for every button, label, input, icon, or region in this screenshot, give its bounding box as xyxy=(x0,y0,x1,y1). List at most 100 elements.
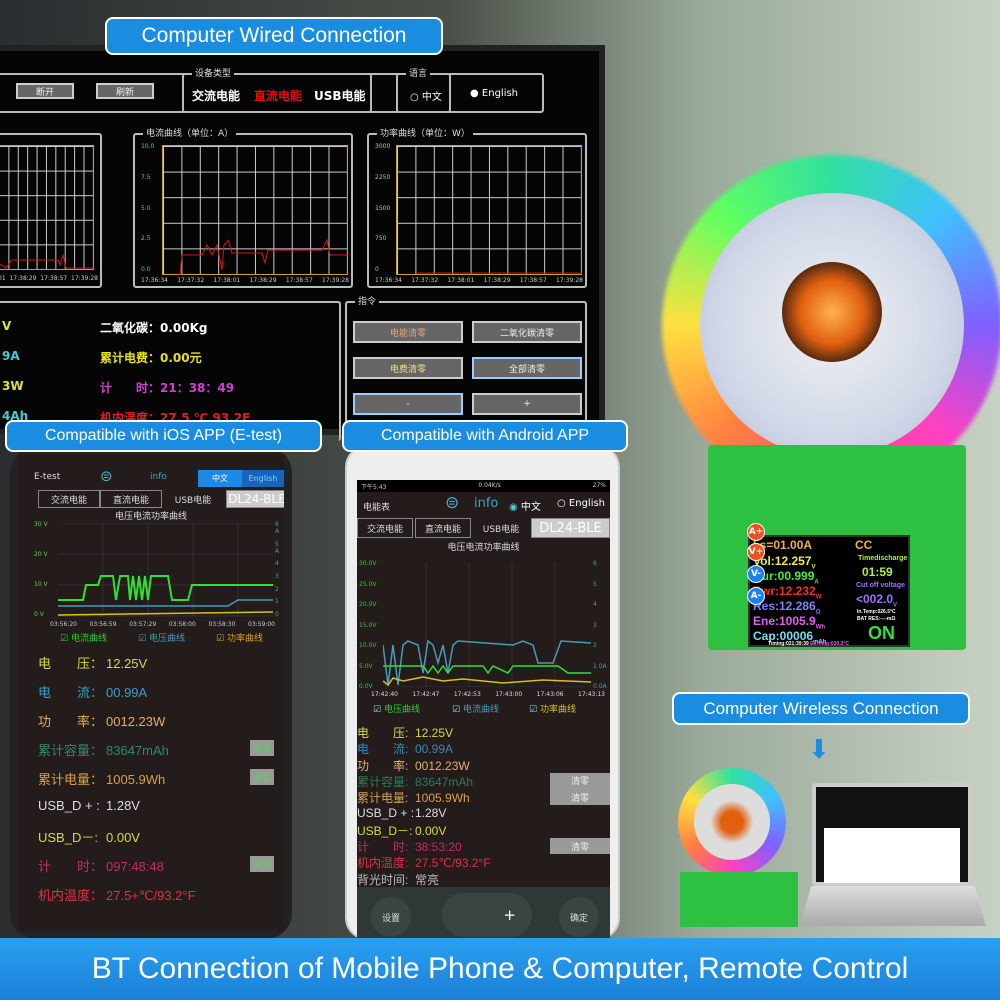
device-type-ac[interactable]: 交流电能 xyxy=(192,87,240,104)
tab-ac[interactable]: 交流电能 xyxy=(357,518,413,538)
clear-button[interactable]: 清零 xyxy=(550,772,610,789)
android-lang-en[interactable]: ○ English xyxy=(557,498,605,509)
reading-row: 累计容量: 83647mAh xyxy=(357,773,473,790)
xtick: 03:58:00 xyxy=(168,621,196,628)
reading-value: 0.00V xyxy=(106,830,140,845)
ios-legend-current[interactable]: ☑ 电流曲线 xyxy=(60,631,107,644)
ios-lang-en[interactable]: English xyxy=(242,470,284,487)
reading-value: 12.25V xyxy=(106,656,148,671)
clear-cost-button[interactable]: 电费清零 xyxy=(353,357,463,379)
ytick: 4 xyxy=(275,560,279,568)
ios-info-link[interactable]: info xyxy=(150,472,167,482)
lcd-timed: 01:59 xyxy=(862,565,893,579)
clear-energy-button[interactable]: 电能清零 xyxy=(353,321,463,343)
lcd-cutoff: <002.0 xyxy=(856,592,894,606)
clear-button[interactable]: 清零 xyxy=(250,740,274,756)
plus-button[interactable]: + xyxy=(442,893,532,937)
lcd-state: ON xyxy=(868,623,895,643)
voltage-chart-xticks: 0117:38:2917:38:5717:39:28 xyxy=(0,275,98,282)
reading-value: 12.25V xyxy=(415,726,454,740)
xtick: 17:43:13 xyxy=(578,691,605,698)
tab-dc[interactable]: 直流电能 xyxy=(415,518,471,538)
android-legend-current[interactable]: ☑ 电流曲线 xyxy=(452,702,499,715)
ytick: 0.0A xyxy=(593,683,607,690)
ios-legend-power[interactable]: ☑ 功率曲线 xyxy=(216,631,263,644)
tab-ac[interactable]: 交流电能 xyxy=(38,490,100,508)
xtick: 03:59:00 xyxy=(248,621,275,628)
clear-co2-button[interactable]: 二氧化碳清零 xyxy=(472,321,582,343)
language-en-radio[interactable]: ● English xyxy=(470,88,518,99)
current-chart-caption: 电流曲线（单位：A） xyxy=(143,126,237,139)
ytick: 1.0A xyxy=(593,662,607,670)
xtick: 17:43:00 xyxy=(495,691,523,698)
xtick: 01 xyxy=(0,275,6,282)
mini-laptop-window xyxy=(824,828,960,883)
tab-usb[interactable]: USB电能 xyxy=(162,490,224,508)
clear-button[interactable]: 清零 xyxy=(250,769,274,785)
reading-row: USB_D + : 1.28V xyxy=(38,798,140,813)
android-legend-voltage[interactable]: ☑ 电压曲线 xyxy=(373,702,420,715)
clear-button[interactable]: 清零 xyxy=(550,838,610,855)
reading-label: USB_D + : xyxy=(357,805,415,820)
app-logo-icon: ⊜ xyxy=(100,467,113,485)
settings-button[interactable]: 设置 xyxy=(371,897,411,937)
power-chart-panel: 功率曲线（单位：W） 3000 2250 1500 750 0 17:36:34 17:3… xyxy=(367,126,587,288)
ytick: 0 V xyxy=(34,611,44,618)
android-legend-power[interactable]: ☑ 功率曲线 xyxy=(529,702,576,715)
tab-device[interactable]: DL24-BLE xyxy=(531,518,610,538)
legend-label: 电压曲线 xyxy=(383,705,420,715)
refresh-button[interactable]: 刷新 xyxy=(96,83,154,99)
xtick: 17:39:28 xyxy=(322,277,349,284)
android-phone: 下午5:43 0.04K/s 27% 电能表 ⊜ info ◉ 中文 ○ Engli… xyxy=(345,445,620,940)
confirm-button[interactable]: 确定 xyxy=(559,897,599,937)
xtick: 17:42:40 xyxy=(371,691,398,698)
device-type-dc[interactable]: 直流电能 xyxy=(254,87,302,104)
android-tabs: 交流电能 直流电能 USB电能 DL24-BLE xyxy=(357,518,610,538)
language-zh-radio[interactable]: ○ 中文 xyxy=(410,88,442,103)
ytick: 3 xyxy=(275,572,279,580)
clear-button[interactable]: 清零 xyxy=(250,856,274,872)
xtick: 17:38:29 xyxy=(249,277,277,284)
reading-row: USB_D－: 0.00V xyxy=(38,827,140,846)
tab-usb[interactable]: USB电能 xyxy=(473,518,529,538)
ytick: 10.0 xyxy=(141,143,155,150)
ytick: 7.5 xyxy=(141,173,151,181)
lcd-timing: Timing:021:39:39 xyxy=(768,641,809,647)
android-info-link[interactable]: info xyxy=(474,496,498,511)
android-lang-zh[interactable]: ◉ 中文 xyxy=(509,498,541,513)
reading-row: 机内温度： 27.5+℃/93.2°F xyxy=(38,885,196,904)
reading-row: 计 时: 38:53:20 xyxy=(357,838,462,855)
ytick: 2 xyxy=(275,585,279,593)
reading-value: 1005.9Wh xyxy=(415,791,470,806)
ios-tabs: 交流电能 直流电能 USB电能 DL24-BLE xyxy=(38,490,284,508)
terminal-a-plus: A+ xyxy=(747,523,765,541)
ytick: 6 A xyxy=(275,521,280,535)
reading-value: 1005.9Wh xyxy=(106,772,166,787)
tab-device[interactable]: DL24-BLE xyxy=(226,490,284,508)
ios-app-title: E-test xyxy=(34,472,61,482)
device-type-usb[interactable]: USB电能 xyxy=(314,87,366,104)
reading-co2: 二氧化碳：0.00Kg xyxy=(100,321,208,335)
reading-label: 背光时间: xyxy=(357,872,409,887)
ytick: 30 V xyxy=(34,521,48,528)
xtick: 17:42:53 xyxy=(453,691,481,698)
clear-button[interactable]: 清零 xyxy=(550,789,610,806)
clear-all-button[interactable]: 全部清零 xyxy=(472,357,582,379)
tab-dc[interactable]: 直流电能 xyxy=(100,490,162,508)
plus-button[interactable]: + xyxy=(472,393,582,415)
ios-chart-title: 电压电流功率曲线 xyxy=(114,512,187,522)
ytick: 5 A xyxy=(275,540,280,555)
power-chart-caption: 功率曲线（单位：W） xyxy=(377,126,473,139)
minus-button[interactable]: - xyxy=(353,393,463,415)
xtick: 17:36:34 xyxy=(141,277,168,284)
ytick: 750 xyxy=(375,235,387,243)
reading-label: 功 率: xyxy=(357,758,409,773)
reading-label: 累计容量: xyxy=(357,774,409,789)
ios-lang-zh[interactable]: 中文 xyxy=(198,470,242,487)
arrow-down-icon: ⬇ xyxy=(808,735,830,765)
disconnect-button[interactable]: 断开 xyxy=(16,83,74,99)
ytick: 30.0V xyxy=(359,560,377,567)
ios-legend-voltage[interactable]: ☑ 电压曲线 xyxy=(138,631,185,644)
reading-label: 计 时： xyxy=(38,859,104,874)
ytick: 10.0V xyxy=(359,642,377,649)
